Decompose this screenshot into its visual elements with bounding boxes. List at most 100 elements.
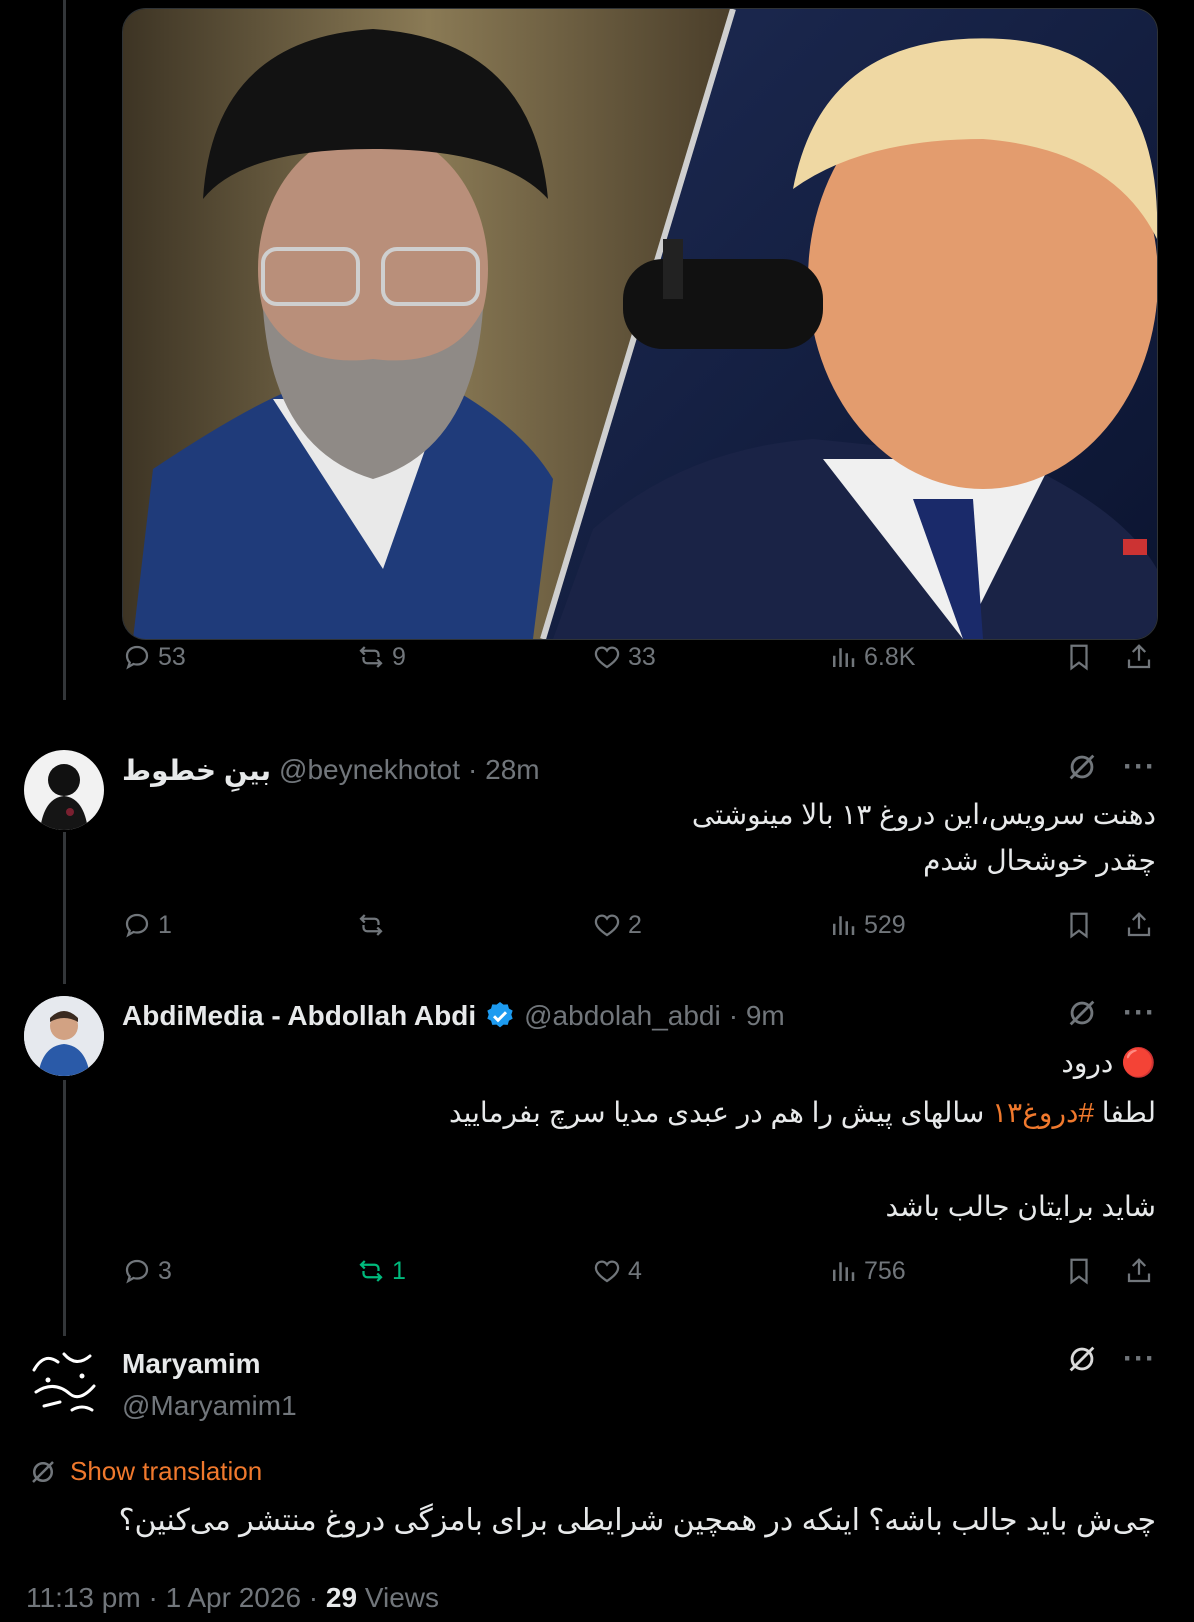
focused-post-handle-row: @Maryamim1 xyxy=(122,1386,297,1426)
avatar[interactable] xyxy=(24,1340,104,1420)
share-button[interactable] xyxy=(1124,1256,1154,1286)
repost-icon xyxy=(359,646,383,668)
more-button[interactable]: ··· xyxy=(1123,752,1156,782)
hashtag-link[interactable]: #دروغ۱۳ xyxy=(992,1097,1094,1128)
views-count: 756 xyxy=(864,1256,906,1285)
main-post-actions: 53 9 33 6.8K xyxy=(122,642,1156,686)
thread-line-bottom xyxy=(63,1080,66,1336)
like-count: 2 xyxy=(628,910,642,939)
post-image-illustration xyxy=(123,9,1157,639)
like-icon xyxy=(594,1260,620,1283)
reply-text-line: دهنت سرویس،این دروغ ۱۳ بالا مینوشتی xyxy=(691,799,1156,830)
views-count: 29 xyxy=(325,1582,358,1613)
red-circle-emoji: 🔴 xyxy=(1121,1047,1156,1078)
post-time[interactable]: 11:13 pm xyxy=(26,1582,141,1613)
reply-text-line: لطفا #دروغ۱۳ سالهای پیش را هم در عبدی مد… xyxy=(449,1090,1156,1136)
focused-post-header-actions: ··· xyxy=(1065,1342,1156,1376)
grok-icon[interactable] xyxy=(1065,996,1099,1030)
reply-header: AbdiMedia - Abdollah Abdi @abdolah_abdi … xyxy=(122,996,785,1036)
repost-icon xyxy=(359,1260,383,1282)
views-icon xyxy=(833,916,855,935)
grok-icon[interactable] xyxy=(1065,1342,1099,1376)
post-date[interactable]: 1 Apr 2026 xyxy=(166,1582,301,1613)
bookmark-icon xyxy=(1070,644,1088,671)
like-button[interactable]: 4 xyxy=(592,1256,642,1286)
repost-count: 1 xyxy=(392,1256,406,1285)
greeting-text: درود xyxy=(1061,1047,1114,1078)
bookmark-icon xyxy=(1070,912,1088,939)
thread-line-mid xyxy=(63,832,66,984)
repost-button[interactable]: 9 xyxy=(356,642,406,672)
repost-count: 9 xyxy=(392,642,406,671)
avatar-image xyxy=(40,764,88,830)
reply-icon xyxy=(125,645,149,670)
repost-button[interactable] xyxy=(356,910,392,940)
share-button[interactable] xyxy=(1124,642,1154,672)
thread-line-top xyxy=(63,0,66,700)
reply-text-after: سالهای پیش را هم در عبدی مدیا سرچ بفرمای… xyxy=(448,1097,985,1128)
reply-button[interactable]: 1 xyxy=(122,910,172,940)
reply-text-line: شاید برایتان جالب باشد xyxy=(885,1191,1156,1222)
author-name[interactable]: AbdiMedia - Abdollah Abdi xyxy=(122,1000,476,1032)
author-name[interactable]: بینِ خطوط xyxy=(122,754,271,787)
focused-post-name-row: Maryamim xyxy=(122,1344,261,1384)
share-button[interactable] xyxy=(1124,910,1154,940)
views-count: 529 xyxy=(864,910,906,939)
reply-actions: 3 1 4 756 xyxy=(122,1256,1156,1300)
reply-count: 1 xyxy=(158,910,172,939)
bookmark-button[interactable] xyxy=(1064,642,1094,672)
like-icon xyxy=(594,646,620,669)
like-icon xyxy=(594,914,620,937)
author-handle[interactable]: @beynekhotot xyxy=(279,754,460,786)
share-icon xyxy=(1127,1258,1151,1283)
post-time[interactable]: · 9m xyxy=(729,1000,785,1032)
views-button[interactable]: 6.8K xyxy=(828,642,915,672)
reply-button[interactable]: 3 xyxy=(122,1256,172,1286)
views-count: 6.8K xyxy=(864,642,916,671)
show-translation-label: Show translation xyxy=(70,1456,263,1486)
author-handle[interactable]: @abdolah_abdi xyxy=(524,1000,721,1032)
separator: · xyxy=(148,1582,158,1613)
reply-count: 53 xyxy=(158,642,186,671)
avatar-logo xyxy=(32,1352,96,1412)
author-name[interactable]: Maryamim xyxy=(122,1348,261,1380)
share-icon xyxy=(1127,912,1151,937)
like-count: 4 xyxy=(628,1256,642,1285)
post-image[interactable] xyxy=(122,8,1158,640)
reply-header-actions: ··· xyxy=(1065,996,1156,1030)
reply-count: 3 xyxy=(158,1256,172,1285)
avatar-image xyxy=(24,996,104,1076)
reply-header: بینِ خطوط @beynekhotot · 28m xyxy=(122,750,540,790)
reply-actions: 1 2 529 xyxy=(122,910,1156,954)
repost-button[interactable]: 1 xyxy=(356,1256,406,1286)
post-time[interactable]: · 28m xyxy=(468,754,540,786)
more-button[interactable]: ··· xyxy=(1123,1344,1156,1374)
repost-icon xyxy=(359,914,383,936)
views-icon xyxy=(833,648,855,667)
views-icon xyxy=(833,1262,855,1281)
reply-text-before: لطفا xyxy=(1101,1097,1156,1128)
verified-badge-icon xyxy=(487,1002,513,1028)
reply-icon xyxy=(125,913,149,938)
views-label: Views xyxy=(364,1582,440,1613)
reply-greeting-line: 🔴 درود xyxy=(1061,1040,1156,1086)
focused-post-text: چی‌ش باید جالب باشه؟ اینکه در همچین شرای… xyxy=(118,1504,1156,1537)
avatar[interactable] xyxy=(24,996,104,1076)
views-button[interactable]: 529 xyxy=(828,910,906,940)
grok-icon[interactable] xyxy=(1065,750,1099,784)
author-handle[interactable]: @Maryamim1 xyxy=(122,1390,297,1422)
bookmark-button[interactable] xyxy=(1064,910,1094,940)
reply-button[interactable]: 53 xyxy=(122,642,186,672)
show-translation-button[interactable]: Show translation xyxy=(28,1456,262,1487)
bookmark-button[interactable] xyxy=(1064,1256,1094,1286)
translate-icon xyxy=(32,1460,54,1483)
avatar[interactable] xyxy=(24,750,104,830)
more-button[interactable]: ··· xyxy=(1123,998,1156,1028)
like-button[interactable]: 2 xyxy=(592,910,642,940)
bookmark-icon xyxy=(1070,1258,1088,1285)
like-button[interactable]: 33 xyxy=(592,642,656,672)
separator: · xyxy=(308,1582,319,1613)
views-button[interactable]: 756 xyxy=(828,1256,906,1286)
share-icon xyxy=(1127,644,1151,669)
post-meta: 11:13 pm · 1 Apr 2026 · 29 Views xyxy=(26,1582,439,1614)
